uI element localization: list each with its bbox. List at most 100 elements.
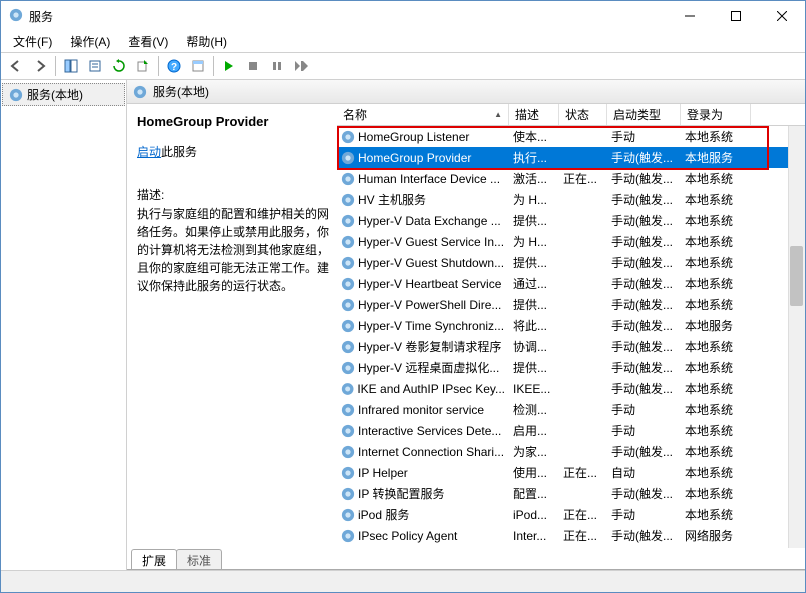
menu-help[interactable]: 帮助(H): [178, 31, 235, 52]
maximize-button[interactable]: [713, 1, 759, 31]
service-startup: 手动(触发...: [607, 359, 681, 376]
service-row[interactable]: IKE and AuthIP IPsec Key... IKEE... 手动(触发.…: [337, 378, 805, 399]
tree-node-services-local[interactable]: 服务(本地): [2, 83, 125, 106]
service-logon: 本地系统: [681, 254, 751, 271]
app-icon: [9, 8, 23, 25]
service-name: Infrared monitor service: [358, 403, 484, 417]
service-startup: 手动: [607, 506, 681, 523]
minimize-button[interactable]: [667, 1, 713, 31]
description-text: 执行与家庭组的配置和维护相关的网络任务。如果停止或禁用此服务，你的计算机将无法检…: [137, 205, 329, 295]
gear-icon: [341, 403, 355, 417]
forward-button[interactable]: [29, 55, 51, 77]
service-status: 正在...: [559, 464, 607, 481]
service-row[interactable]: Hyper-V Guest Shutdown...提供...手动(触发...本地…: [337, 252, 805, 273]
service-logon: 本地系统: [681, 401, 751, 418]
service-name: IKE and AuthIP IPsec Key...: [357, 382, 505, 396]
service-row[interactable]: Hyper-V Time Synchroniz...将此...手动(触发...本…: [337, 315, 805, 336]
service-status: 正在...: [559, 527, 607, 544]
col-name[interactable]: 名称▲: [337, 104, 509, 125]
properties-dialog-button[interactable]: [187, 55, 209, 77]
window-title: 服务: [29, 8, 667, 25]
service-logon: 本地系统: [681, 191, 751, 208]
service-row[interactable]: IP Helper使用...正在...自动本地系统: [337, 462, 805, 483]
gear-icon: [341, 361, 355, 375]
service-name: Hyper-V Time Synchroniz...: [358, 319, 504, 333]
service-row[interactable]: IP 转换配置服务配置...手动(触发...本地系统: [337, 483, 805, 504]
gear-icon: [341, 424, 355, 438]
navigation-tree[interactable]: 服务(本地): [1, 80, 127, 570]
pane-header: 服务(本地): [127, 80, 805, 104]
service-desc: 通过...: [509, 275, 559, 292]
service-desc: 激活...: [509, 170, 559, 187]
service-logon: 本地服务: [681, 317, 751, 334]
start-service-link[interactable]: 启动: [137, 145, 161, 159]
pause-service-button[interactable]: [266, 55, 288, 77]
gear-icon: [341, 277, 355, 291]
scrollbar[interactable]: [788, 126, 805, 548]
service-row[interactable]: Human Interface Device ...激活...正在...手动(触…: [337, 168, 805, 189]
gear-icon: [341, 529, 355, 543]
service-row[interactable]: Hyper-V Guest Service In...为 H...手动(触发..…: [337, 231, 805, 252]
help-button[interactable]: ?: [163, 55, 185, 77]
service-desc: 协调...: [509, 338, 559, 355]
service-row[interactable]: Hyper-V PowerShell Dire...提供...手动(触发...本…: [337, 294, 805, 315]
service-row[interactable]: Internet Connection Shari...为家...手动(触发..…: [337, 441, 805, 462]
restart-service-button[interactable]: [290, 55, 312, 77]
service-row[interactable]: Interactive Services Dete...启用...手动本地系统: [337, 420, 805, 441]
tab-extended[interactable]: 扩展: [131, 549, 177, 570]
service-row[interactable]: Hyper-V Data Exchange ...提供...手动(触发...本地…: [337, 210, 805, 231]
service-name: HomeGroup Listener: [358, 130, 469, 144]
tab-standard[interactable]: 标准: [176, 549, 222, 570]
service-name: IPsec Policy Agent: [358, 529, 457, 543]
menu-file[interactable]: 文件(F): [5, 31, 60, 52]
service-row[interactable]: HomeGroup Listener使本...手动本地系统: [337, 126, 805, 147]
gear-icon: [133, 85, 147, 99]
service-status: 正在...: [559, 506, 607, 523]
service-row[interactable]: Hyper-V 远程桌面虚拟化...提供...手动(触发...本地系统: [337, 357, 805, 378]
close-button[interactable]: [759, 1, 805, 31]
service-startup: 手动: [607, 401, 681, 418]
service-row[interactable]: iPod 服务iPod...正在...手动本地系统: [337, 504, 805, 525]
menu-action[interactable]: 操作(A): [62, 31, 118, 52]
col-logon-as[interactable]: 登录为: [681, 104, 751, 125]
gear-icon: [341, 172, 355, 186]
status-bar: [1, 570, 805, 592]
show-hide-tree-button[interactable]: [60, 55, 82, 77]
col-startup-type[interactable]: 启动类型: [607, 104, 681, 125]
service-row[interactable]: Infrared monitor service 检测... 手动本地系统: [337, 399, 805, 420]
service-desc: 提供...: [509, 296, 559, 313]
gear-icon: [341, 340, 355, 354]
service-desc: 执行...: [509, 149, 559, 166]
service-desc: 检测...: [509, 401, 559, 418]
gear-icon: [341, 445, 355, 459]
service-status: 正在...: [559, 170, 607, 187]
service-logon: 本地系统: [681, 170, 751, 187]
col-description[interactable]: 描述: [509, 104, 559, 125]
back-button[interactable]: [5, 55, 27, 77]
menu-view[interactable]: 查看(V): [120, 31, 176, 52]
service-row[interactable]: HomeGroup Provider执行...手动(触发...本地服务: [337, 147, 805, 168]
service-row[interactable]: HV 主机服务为 H...手动(触发...本地系统: [337, 189, 805, 210]
service-desc: 为家...: [509, 443, 559, 460]
service-row[interactable]: Hyper-V 卷影复制请求程序协调...手动(触发...本地系统: [337, 336, 805, 357]
service-desc: 提供...: [509, 212, 559, 229]
refresh-button[interactable]: [108, 55, 130, 77]
service-desc: 提供...: [509, 359, 559, 376]
start-service-button[interactable]: [218, 55, 240, 77]
properties-button[interactable]: [84, 55, 106, 77]
service-logon: 本地系统: [681, 338, 751, 355]
gear-icon: [341, 151, 355, 165]
service-row[interactable]: IPsec Policy AgentInter...正在...手动(触发...网…: [337, 525, 805, 546]
description-label: 描述:: [137, 186, 329, 203]
service-name: Interactive Services Dete...: [358, 424, 501, 438]
svg-text:?: ?: [171, 62, 177, 73]
service-row[interactable]: Hyper-V Heartbeat Service通过...手动(触发...本地…: [337, 273, 805, 294]
service-startup: 自动: [607, 464, 681, 481]
service-desc: 配置...: [509, 485, 559, 502]
stop-service-button[interactable]: [242, 55, 264, 77]
col-status[interactable]: 状态: [559, 104, 607, 125]
service-startup: 手动(触发...: [607, 380, 681, 397]
export-button[interactable]: [132, 55, 154, 77]
service-desc: IKEE...: [509, 382, 559, 396]
service-name: Hyper-V PowerShell Dire...: [358, 298, 501, 312]
